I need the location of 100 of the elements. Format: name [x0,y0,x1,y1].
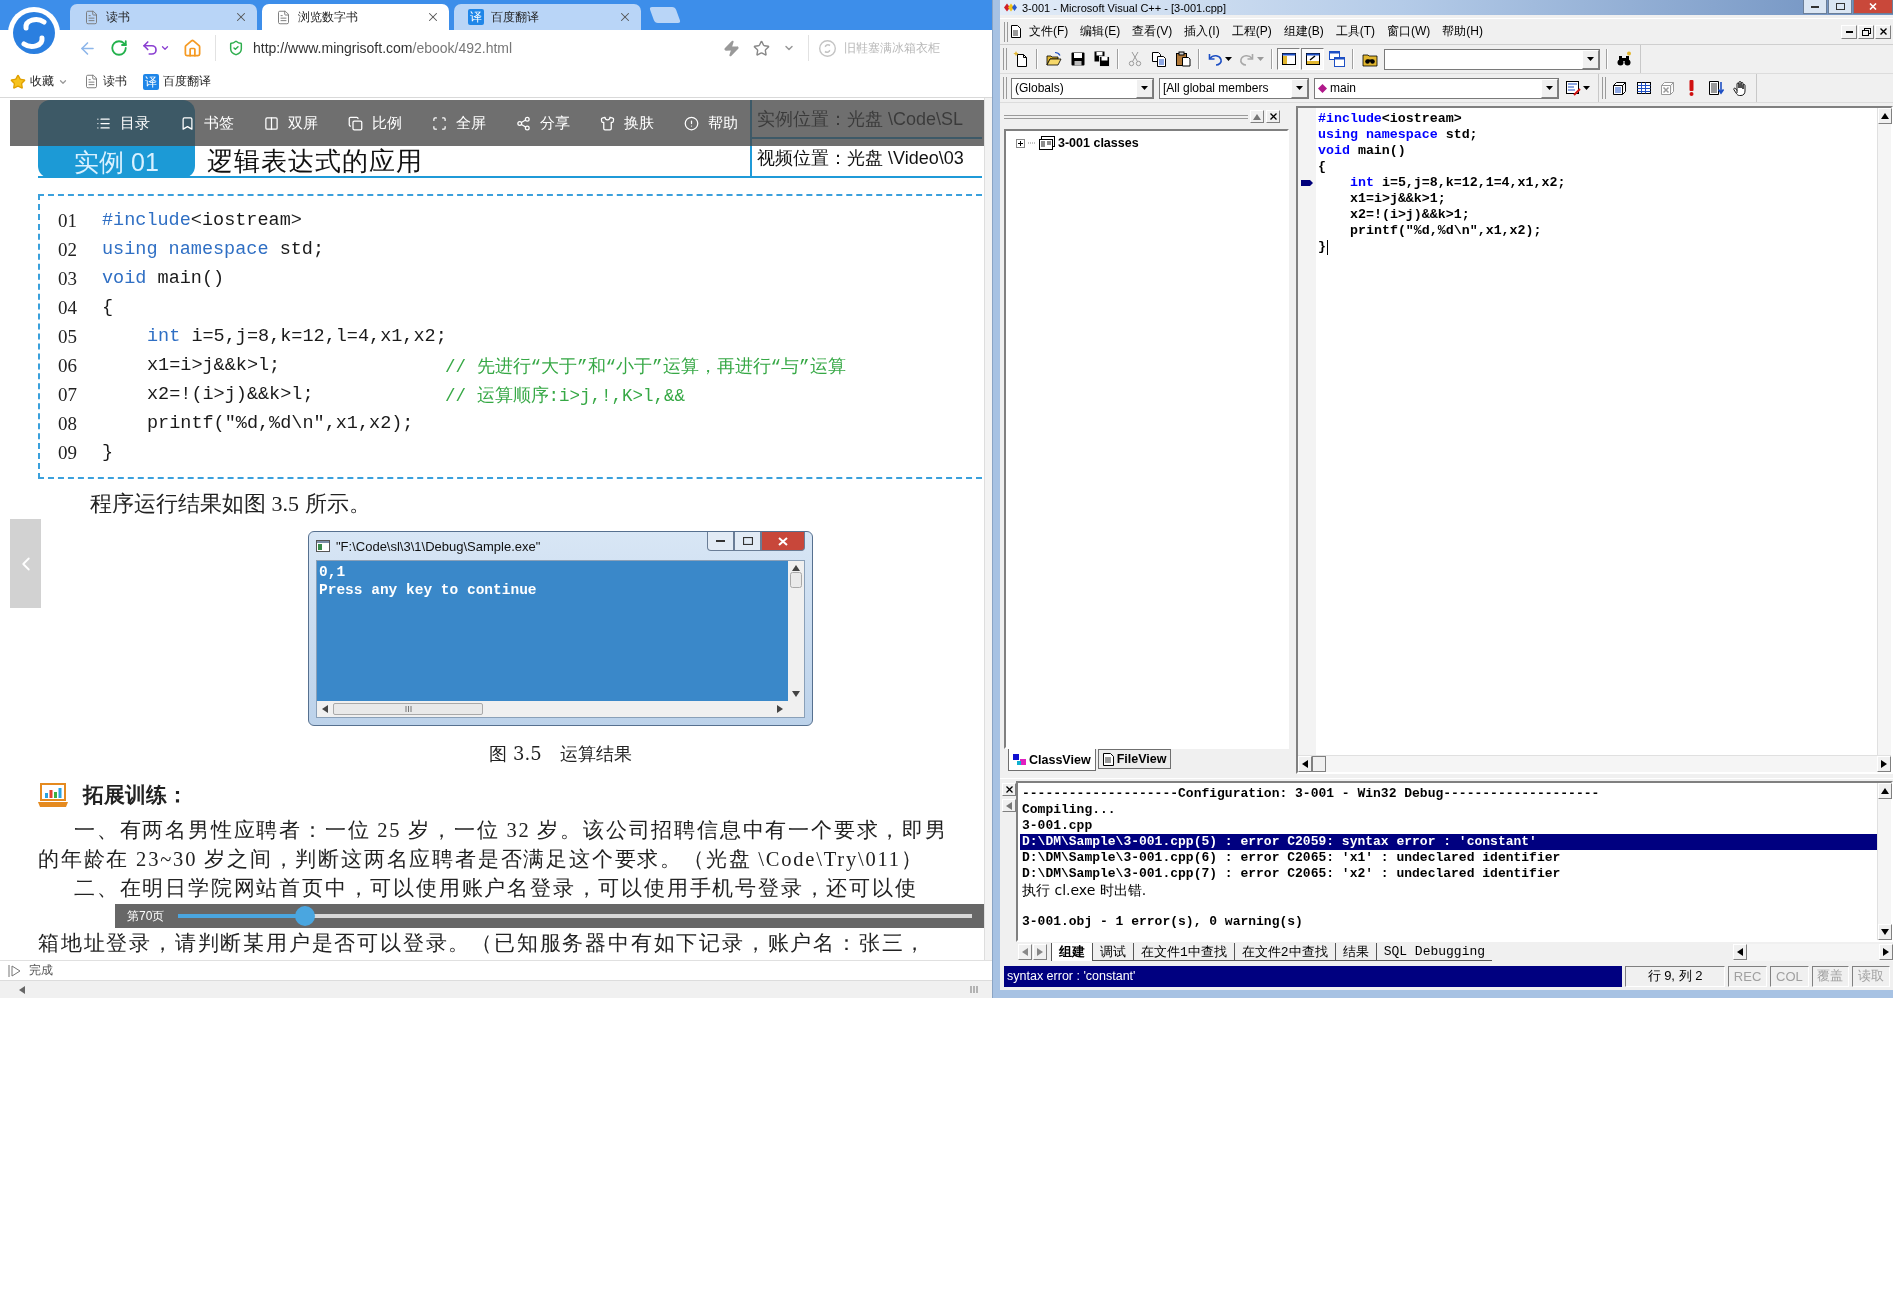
console-text: Press any key to continue [319,581,537,599]
output-line[interactable]: 3-001.obj - 1 error(s), 0 warning(s) [1020,914,1305,930]
menu-item[interactable]: 文件(F) [1023,21,1075,42]
folder-binoculars-icon [1361,51,1378,67]
output-line[interactable]: 执行 cl.exe 时出错. [1020,882,1149,898]
pane-tab[interactable]: ClassView [1008,749,1096,771]
dropdown-button[interactable] [1136,78,1153,98]
toolbar-button[interactable]: 双屏 [264,113,318,133]
close-icon[interactable] [426,10,440,24]
status-indicator: 覆盖 [1811,965,1850,987]
toolbar-button[interactable]: 比例 [348,113,402,133]
output-tab[interactable]: 在文件1中查找 [1133,943,1234,961]
lightning-button[interactable] [723,39,740,57]
bookmark-item[interactable]: 收藏 [10,73,68,90]
toolbar-button[interactable] [1301,48,1324,70]
restore-button[interactable] [1858,24,1874,39]
scroll-up-button[interactable] [1878,783,1892,799]
tab-left-button[interactable] [1018,944,1032,960]
output-line[interactable]: D:\DM\Sample\3-001.cpp(7) : error C2065: 'x2' : undeclared identifier [1020,866,1563,882]
output-line[interactable]: D:\DM\Sample\3-001.cpp(6) : error C2065: 'x1' : undeclared identifier [1020,850,1563,866]
output-tab[interactable]: 结果 [1334,943,1376,961]
favorite-button[interactable] [753,39,770,57]
output-line[interactable]: 3-001.cpp [1020,818,1095,834]
body-text: 二、在明日学院网站首页中，可以使用账户名登录，可以使用手机号登录，还可以使 [74,876,918,901]
tab-right-button[interactable] [1033,944,1047,960]
side-pane-window-icon [1280,51,1297,67]
dropdown-field[interactable]: main [1314,77,1559,99]
code-line: x2=!(i>j)&&k>1; [1350,207,1470,223]
dropdown-button[interactable] [1541,78,1558,98]
toolbar-button[interactable]: 分享 [516,113,570,133]
slider-thumb[interactable] [295,906,316,926]
dropdown-button[interactable] [1582,49,1599,69]
gripper-icon [1004,113,1248,120]
up-arrow-icon [1881,112,1889,120]
maximize-pane-button[interactable] [1250,110,1264,123]
window-icon [316,540,330,552]
dropdown-field[interactable]: [All global members [1159,77,1309,99]
output-line[interactable]: --------------------Configuration: 3-001 - Win32 Debug-------------------- [1020,786,1602,802]
toolbar-button[interactable]: 帮助 [684,113,738,133]
scroll-right-button[interactable] [1879,944,1893,960]
undo-button[interactable] [141,39,170,57]
grip-icon [970,986,978,993]
menu-item[interactable]: 编辑(E) [1074,21,1127,42]
output-tab[interactable]: SQL Debugging [1375,943,1493,961]
dropdown-field[interactable]: (Globals) [1011,77,1154,99]
bookmark-item[interactable]: 译 百度翻译 [143,73,211,90]
dropdown-button[interactable] [1291,78,1308,98]
minimize-button[interactable] [1803,0,1827,14]
menu-item[interactable]: 查看(V) [1126,21,1179,42]
toolbar-button[interactable]: 全屏 [432,113,486,133]
translate-logo: 译 [143,73,159,90]
left-arrow-icon [18,985,26,994]
toolbar-button[interactable]: 目录 [96,113,150,133]
bookmark-item[interactable]: 读书 [84,73,127,90]
output-tab[interactable]: 调试 [1092,943,1133,961]
menu-item[interactable]: 帮助(H) [1436,21,1489,42]
scroll-left-button[interactable] [1298,756,1312,772]
down-arrow-icon [792,690,800,698]
close-icon[interactable] [618,10,632,24]
menu-item[interactable]: 工具(T) [1329,21,1381,42]
minimize-icon [707,532,734,551]
reload-button[interactable] [110,39,128,57]
scroll-up-button[interactable] [1878,108,1892,124]
toolbar-button[interactable]: 换肤 [600,113,654,133]
scroll-right-button[interactable] [1877,756,1891,772]
menu-item[interactable]: 窗口(W) [1381,21,1437,42]
output-tab[interactable]: 在文件2中查找 [1233,943,1335,961]
address-field[interactable]: http://www.mingrisoft.com/ebook/492.html [215,35,710,61]
tree-item[interactable]: 3-001 classes [1016,136,1139,150]
menu-item[interactable]: 插入(I) [1178,21,1226,42]
dropdown-field[interactable] [1384,48,1600,70]
browser-tab[interactable]: 译 百度翻译 [454,4,641,30]
output-tab[interactable]: 组建 [1051,943,1092,961]
scroll-down-button[interactable] [1878,924,1892,940]
shirt-icon [600,115,615,131]
body-text: 一、有两名男性应聘者：一位 25 岁，一位 32 岁。该公司招聘信息中有一个要求，即男 [74,818,948,843]
pane-tab[interactable]: FileView [1097,749,1172,769]
scroll-left-button[interactable] [1733,944,1747,960]
close-icon[interactable] [234,10,248,24]
browser-tab[interactable]: 浏览数字书 [262,4,449,30]
toolbar-button[interactable] [1277,48,1300,70]
menu-item[interactable]: 组建(B) [1277,21,1330,42]
up-arrow-icon [792,564,800,572]
right-arrow-icon [1036,948,1044,956]
output-line[interactable]: Compiling... [1020,802,1118,818]
maximize-button[interactable] [1828,0,1852,14]
share-icon [516,115,531,131]
expand-icon[interactable] [1016,138,1025,148]
caret-icon [1583,86,1590,90]
line-number: 08 [58,412,78,435]
bookmark-icon [180,115,195,131]
caret-icon [1257,57,1264,61]
maximize-pane-button[interactable] [1002,799,1016,812]
status-indicator: REC [1728,965,1768,987]
two-floppies-icon [1093,51,1110,67]
code-line: using namespace std; [1318,127,1478,143]
code-comment: // 先进行“大于”和“小于”运算，再进行“与”运算 [445,355,846,378]
browser-tab[interactable]: 读书 [70,4,257,30]
redo-icon [1239,51,1255,67]
menu-item[interactable]: 工程(P) [1225,21,1278,42]
